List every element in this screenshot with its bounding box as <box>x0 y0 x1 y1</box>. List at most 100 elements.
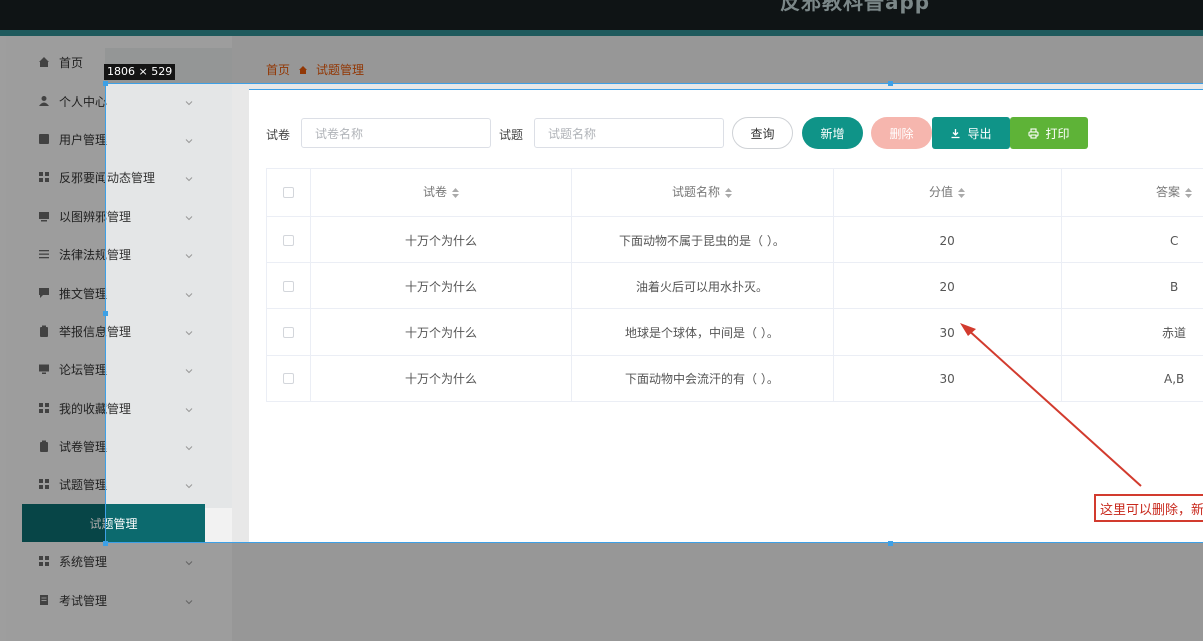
row-divider <box>266 216 1203 217</box>
sidebar-item[interactable]: 法律法规管理 <box>38 240 198 268</box>
sidebar-item[interactable]: 论坛管理 <box>38 355 198 383</box>
table-cell-question: 地球是个球体，中间是（ ）。 <box>625 326 779 340</box>
chevron-down-icon <box>185 249 193 259</box>
message-icon <box>38 287 50 299</box>
grid-icon <box>38 171 50 183</box>
selection-handle[interactable] <box>103 81 108 86</box>
question-name-input[interactable]: 试题名称 <box>534 118 724 148</box>
column-divider <box>310 168 311 402</box>
sidebar-item-label: 试卷管理 <box>59 439 108 454</box>
selection-handle[interactable] <box>888 541 893 546</box>
table-cell-answer: C <box>1170 234 1179 248</box>
sidebar-item-label: 推文管理 <box>59 286 108 301</box>
download-icon <box>950 128 967 139</box>
clipboard-icon <box>38 440 50 452</box>
row-checkbox[interactable] <box>283 281 294 292</box>
sidebar-item-label: 反邪要闻动态管理 <box>59 170 156 185</box>
sidebar-item[interactable]: 反邪要闻动态管理 <box>38 163 198 191</box>
sort-icon[interactable] <box>953 185 966 199</box>
sidebar-item[interactable]: 个人中心 <box>38 87 198 115</box>
breadcrumb-current: 试题管理 <box>316 63 365 77</box>
delete-button[interactable]: 删除 <box>871 117 932 149</box>
table-cell-score: 30 <box>939 372 955 386</box>
table-cell-question: 下面动物中会流汗的有（ ）。 <box>625 372 779 386</box>
column-header-label: 试题名称 <box>672 185 721 199</box>
sidebar-item[interactable]: 推文管理 <box>38 279 198 307</box>
selection-handle[interactable] <box>888 81 893 86</box>
chevron-down-icon <box>185 172 193 182</box>
chevron-down-icon <box>185 556 193 566</box>
selection-handle[interactable] <box>103 541 108 546</box>
sort-icon[interactable] <box>447 185 460 199</box>
table-cell-answer: 赤道 <box>1162 326 1187 340</box>
chevron-down-icon <box>185 96 193 106</box>
sidebar-item[interactable]: 用户管理 <box>38 125 198 153</box>
sidebar-item[interactable]: 系统管理 <box>38 547 198 575</box>
sidebar-item-label: 用户管理 <box>59 132 108 147</box>
chevron-down-icon <box>185 211 193 221</box>
selection-handle[interactable] <box>103 311 108 316</box>
table-cell-score: 20 <box>939 234 955 248</box>
table-cell-answer: B <box>1170 280 1179 294</box>
sidebar-item-label: 举报信息管理 <box>59 324 132 339</box>
table-cell-question: 下面动物不属于昆虫的是（ ）。 <box>619 234 785 248</box>
sidebar-item-label: 法律法规管理 <box>59 247 132 262</box>
add-button[interactable]: 新增 <box>802 117 863 149</box>
paper-name-input[interactable]: 试卷名称 <box>301 118 491 148</box>
table-cell-question: 油着火后可以用水扑灭。 <box>636 280 769 294</box>
clipboard-icon <box>38 325 50 337</box>
query-button[interactable]: 查询 <box>732 117 793 149</box>
column-divider <box>1061 168 1062 402</box>
select-all-checkbox[interactable] <box>283 187 294 198</box>
sidebar-item-label: 论坛管理 <box>59 362 108 377</box>
chevron-down-icon <box>185 134 193 144</box>
sidebar-item-label: 首页 <box>59 55 84 70</box>
annotation-text: 这里可以删除，新 <box>1100 502 1203 518</box>
paper-filter-label: 试卷 <box>266 128 291 142</box>
sidebar-item[interactable]: 试题管理 <box>38 470 198 498</box>
home-icon <box>38 56 50 68</box>
column-header-label: 答案 <box>1156 185 1181 199</box>
sort-icon[interactable] <box>1180 185 1193 199</box>
sidebar-item[interactable]: 试卷管理 <box>38 432 198 460</box>
sort-icon[interactable] <box>720 185 733 199</box>
sidebar-item-label: 我的收藏管理 <box>59 401 132 416</box>
grid-icon <box>38 402 50 414</box>
sidebar-item[interactable]: 以图辨邪管理 <box>38 202 198 230</box>
row-divider <box>266 308 1203 309</box>
chevron-down-icon <box>185 364 193 374</box>
users-icon <box>38 133 50 145</box>
chevron-down-icon <box>185 403 193 413</box>
sidebar-item[interactable]: 考试管理 <box>38 586 198 614</box>
column-header[interactable]: 分值 <box>929 185 966 199</box>
sidebar-subitem-question-management[interactable]: 试题管理 <box>22 504 205 542</box>
sidebar-item-label: 试题管理 <box>59 477 108 492</box>
column-header[interactable]: 试卷 <box>423 185 460 199</box>
query-button-label: 查询 <box>750 126 775 141</box>
row-checkbox[interactable] <box>283 235 294 246</box>
user-icon <box>38 95 50 107</box>
export-button[interactable]: 导出 <box>932 117 1010 149</box>
sidebar-item[interactable]: 举报信息管理 <box>38 317 198 345</box>
breadcrumb-home[interactable]: 首页 <box>266 61 290 78</box>
breadcrumb: 首页 试题管理 <box>266 61 364 78</box>
column-header[interactable]: 试题名称 <box>672 185 733 199</box>
column-header-label: 试卷 <box>423 185 448 199</box>
app-title: 反邪教科普app <box>780 0 931 14</box>
sidebar-item-label: 个人中心 <box>59 94 108 109</box>
top-bar: 反邪教科普app <box>0 0 1203 30</box>
print-button[interactable]: 打印 <box>1010 117 1088 149</box>
column-header[interactable]: 答案 <box>1156 185 1193 199</box>
sidebar-item[interactable]: 我的收藏管理 <box>38 394 198 422</box>
sidebar-item-label: 考试管理 <box>59 593 108 608</box>
table-cell-score: 30 <box>939 326 955 340</box>
row-checkbox[interactable] <box>283 373 294 384</box>
table-cell-answer: A,B <box>1164 372 1185 386</box>
table-cell-score: 20 <box>939 280 955 294</box>
chevron-down-icon <box>185 326 193 336</box>
row-checkbox[interactable] <box>283 327 294 338</box>
sidebar-item-label: 系统管理 <box>59 554 108 569</box>
question-name-placeholder: 试题名称 <box>548 126 597 141</box>
table-cell-paper: 十万个为什么 <box>405 372 478 386</box>
row-divider <box>266 355 1203 356</box>
